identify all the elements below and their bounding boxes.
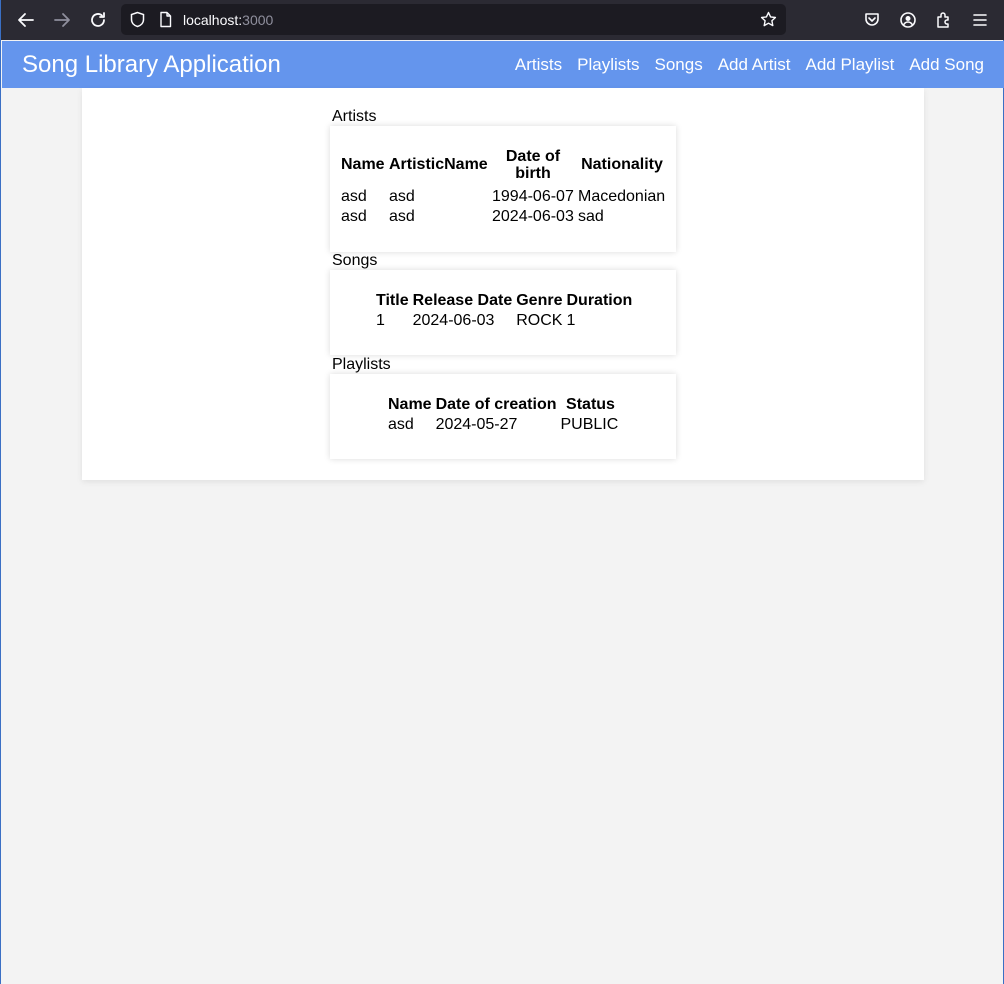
songs-section-title: Songs <box>332 252 378 269</box>
reload-icon[interactable] <box>80 2 116 38</box>
app-title: Song Library Application <box>22 51 281 78</box>
extensions-icon[interactable] <box>926 2 962 38</box>
playlists-table: Name Date of creation Status asd 2024-05… <box>386 396 623 436</box>
table-cell: 2024-06-03 <box>412 312 495 329</box>
table-cell: 1994-06-07 <box>492 188 574 205</box>
table-cell: 2024-05-27 <box>435 416 518 433</box>
column-header-date-of-creation: Date of creation <box>435 396 557 413</box>
playlists-section-title: Playlists <box>332 356 391 373</box>
table-cell: sad <box>578 208 604 225</box>
column-header-status: Status <box>566 396 615 413</box>
page-icon <box>160 11 172 28</box>
table-row: 1 2024-06-03 ROCK 1 <box>374 310 634 332</box>
forward-icon[interactable] <box>44 2 80 38</box>
table-cell: PUBLIC <box>560 416 619 433</box>
table-header-row: Name Date of creation Status <box>386 396 623 414</box>
app-header: Song Library Application Artists Playlis… <box>2 41 1004 88</box>
back-icon[interactable] <box>8 2 44 38</box>
nav-add-artist-link[interactable]: Add Artist <box>718 55 791 75</box>
artists-card: Name ArtisticName Date of birth National… <box>330 126 676 252</box>
table-cell: ROCK <box>516 312 563 329</box>
table-cell: 1 <box>566 312 576 329</box>
shield-icon[interactable] <box>129 11 146 28</box>
artists-section-title: Artists <box>332 108 377 125</box>
column-header-name: Name <box>388 396 432 413</box>
nav-artists-link[interactable]: Artists <box>515 55 562 75</box>
column-header-title: Title <box>376 292 409 309</box>
table-cell: asd <box>389 188 415 205</box>
url-text[interactable]: localhost:3000 <box>183 12 273 28</box>
table-cell: 2024-06-03 <box>492 208 574 225</box>
url-bar[interactable]: localhost:3000 <box>121 4 786 35</box>
column-header-genre: Genre <box>516 292 563 309</box>
nav-add-song-link[interactable]: Add Song <box>909 55 984 75</box>
browser-toolbar: localhost:3000 <box>1 0 1004 40</box>
table-cell: asd <box>341 188 367 205</box>
playlists-card: Name Date of creation Status asd 2024-05… <box>330 374 676 459</box>
table-cell: asd <box>341 208 367 225</box>
main-content: Artists Name ArtisticName Date of birth … <box>82 88 924 480</box>
menu-icon[interactable] <box>962 2 998 38</box>
nav-playlists-link[interactable]: Playlists <box>577 55 639 75</box>
table-header-row: Name ArtisticName Date of birth National… <box>339 148 668 182</box>
songs-card: Title Release Date Genre Duration 1 2024… <box>330 270 676 355</box>
column-header-artistic-name: ArtisticName <box>389 156 488 173</box>
bookmark-star-icon[interactable] <box>760 11 777 28</box>
column-header-date-of-birth: Date of birth <box>505 148 561 182</box>
artists-table: Name ArtisticName Date of birth National… <box>339 148 668 228</box>
column-header-nationality: Nationality <box>581 156 663 173</box>
table-header-row: Title Release Date Genre Duration <box>374 292 634 310</box>
pocket-icon[interactable] <box>854 2 890 38</box>
column-header-duration: Duration <box>566 292 633 309</box>
nav-songs-link[interactable]: Songs <box>655 55 703 75</box>
table-cell: 1 <box>376 312 385 329</box>
nav-add-playlist-link[interactable]: Add Playlist <box>805 55 894 75</box>
column-header-release-date: Release Date <box>412 292 513 309</box>
table-row: asd 2024-05-27 PUBLIC <box>386 414 623 436</box>
main-nav: Artists Playlists Songs Add Artist Add P… <box>500 55 984 75</box>
table-cell: Macedonian <box>578 188 666 205</box>
table-row: asd asd 1994-06-07 Macedonian <box>339 182 668 206</box>
table-cell: asd <box>388 416 414 433</box>
songs-table: Title Release Date Genre Duration 1 2024… <box>374 292 634 332</box>
table-cell: asd <box>389 208 415 225</box>
account-icon[interactable] <box>890 2 926 38</box>
table-row: asd asd 2024-06-03 sad <box>339 206 668 228</box>
column-header-name: Name <box>341 156 385 173</box>
